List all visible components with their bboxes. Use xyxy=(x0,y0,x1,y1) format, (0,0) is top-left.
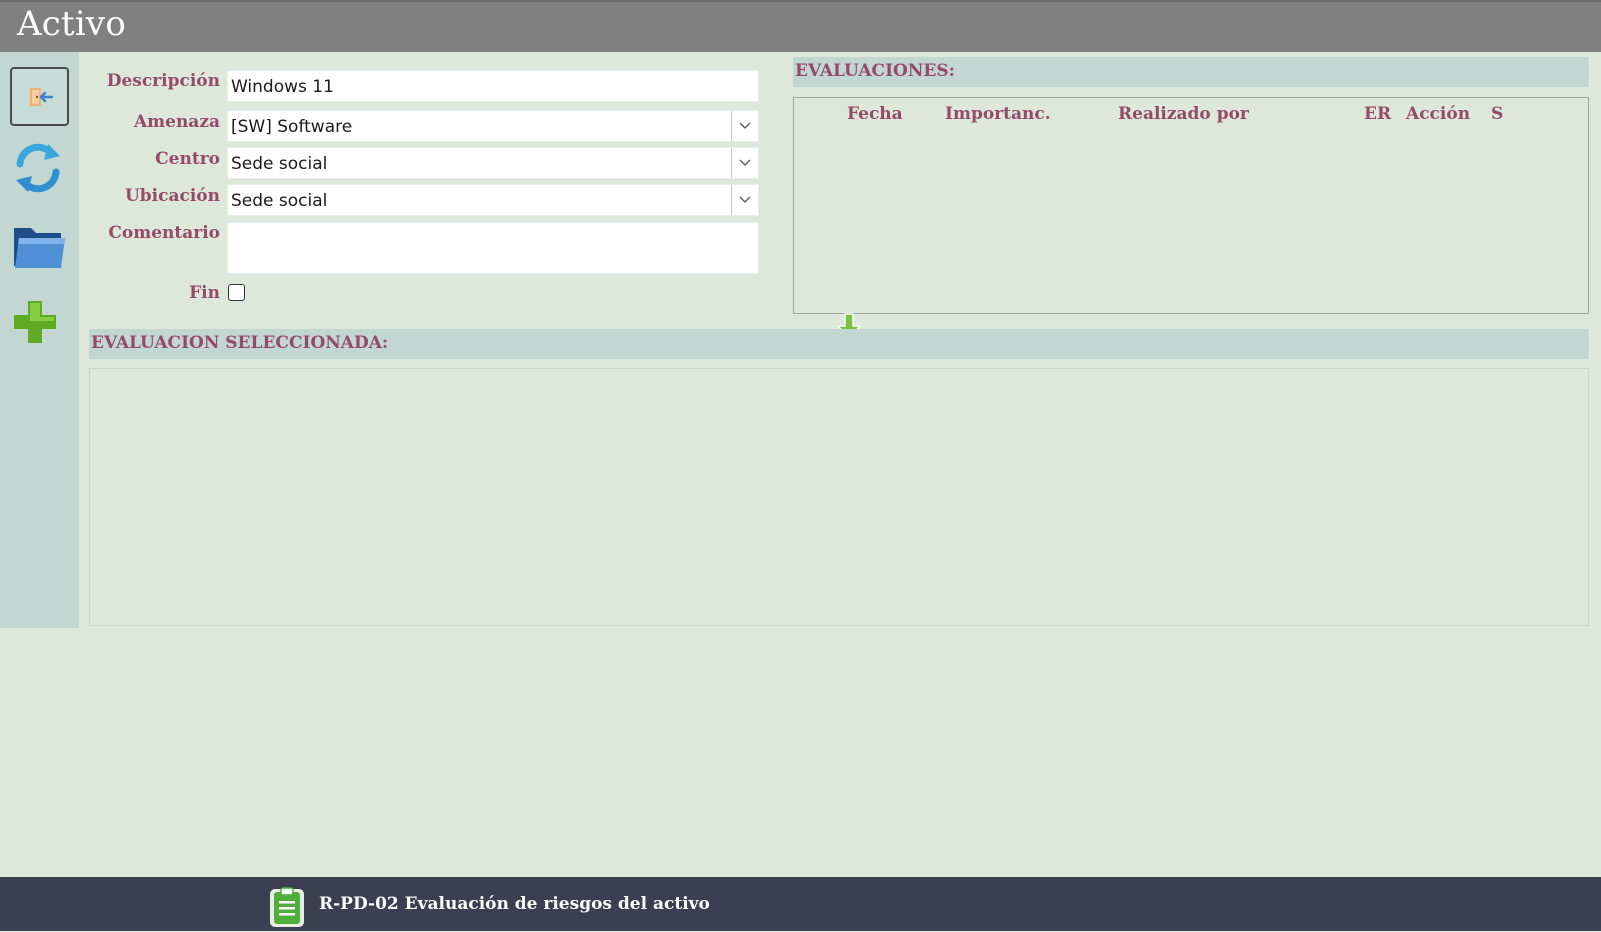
evaluacion-seleccionada-panel xyxy=(89,368,1589,626)
column-header-er[interactable]: ER xyxy=(1364,104,1391,124)
column-header-accion[interactable]: Acción xyxy=(1406,104,1470,124)
fin-checkbox[interactable] xyxy=(228,284,245,301)
fin-label: Fin xyxy=(189,283,220,303)
evaluaciones-header: EVALUACIONES: xyxy=(793,57,1589,87)
evaluacion-seleccionada-title: EVALUACION SELECCIONADA: xyxy=(91,333,389,353)
column-header-importancia[interactable]: Importanc. xyxy=(945,104,1051,124)
comentario-textarea[interactable] xyxy=(227,222,759,274)
window-title: Activo xyxy=(17,4,127,44)
exit-door-icon xyxy=(29,87,53,106)
exit-button[interactable] xyxy=(10,67,69,126)
evaluaciones-table[interactable] xyxy=(793,97,1589,314)
amenaza-select[interactable]: [SW] Software xyxy=(227,110,759,142)
plus-icon xyxy=(14,301,56,343)
centro-label: Centro xyxy=(155,149,220,169)
folder-button[interactable] xyxy=(11,220,67,272)
centro-dropdown-button[interactable] xyxy=(731,148,758,178)
clipboard-icon xyxy=(270,887,304,927)
status-bar: R-PD-02 Evaluación de riesgos del activo xyxy=(0,877,1601,931)
chevron-down-icon xyxy=(739,122,751,129)
amenaza-value: [SW] Software xyxy=(231,117,353,137)
centro-value: Sede social xyxy=(231,154,328,174)
column-header-fecha[interactable]: Fecha xyxy=(847,104,903,124)
refresh-button[interactable] xyxy=(12,140,64,196)
add-button[interactable] xyxy=(11,298,59,346)
evaluaciones-title: EVALUACIONES: xyxy=(795,61,955,81)
ubicacion-dropdown-button[interactable] xyxy=(731,185,758,215)
amenaza-label: Amenaza xyxy=(133,112,220,132)
chevron-down-icon xyxy=(739,196,751,203)
title-bar: Activo xyxy=(0,0,1601,52)
descripcion-label: Descripción xyxy=(106,71,220,91)
centro-select[interactable]: Sede social xyxy=(227,147,759,179)
report-button[interactable] xyxy=(268,886,306,928)
column-header-s[interactable]: S xyxy=(1491,104,1503,124)
chevron-down-icon xyxy=(739,159,751,166)
ubicacion-label: Ubicación xyxy=(124,186,220,206)
ubicacion-value: Sede social xyxy=(231,191,328,211)
descripcion-input[interactable]: Windows 11 xyxy=(227,70,759,102)
sidebar xyxy=(0,52,79,628)
evaluacion-seleccionada-header: EVALUACION SELECCIONADA: xyxy=(89,329,1589,359)
amenaza-dropdown-button[interactable] xyxy=(731,111,758,141)
refresh-icon xyxy=(16,143,60,193)
ubicacion-select[interactable]: Sede social xyxy=(227,184,759,216)
folder-icon xyxy=(14,228,65,268)
descripcion-value: Windows 11 xyxy=(231,77,334,97)
comentario-label: Comentario xyxy=(108,223,220,243)
report-link[interactable]: R-PD-02 Evaluación de riesgos del activo xyxy=(319,894,710,914)
column-header-realizado-por[interactable]: Realizado por xyxy=(1118,104,1249,124)
